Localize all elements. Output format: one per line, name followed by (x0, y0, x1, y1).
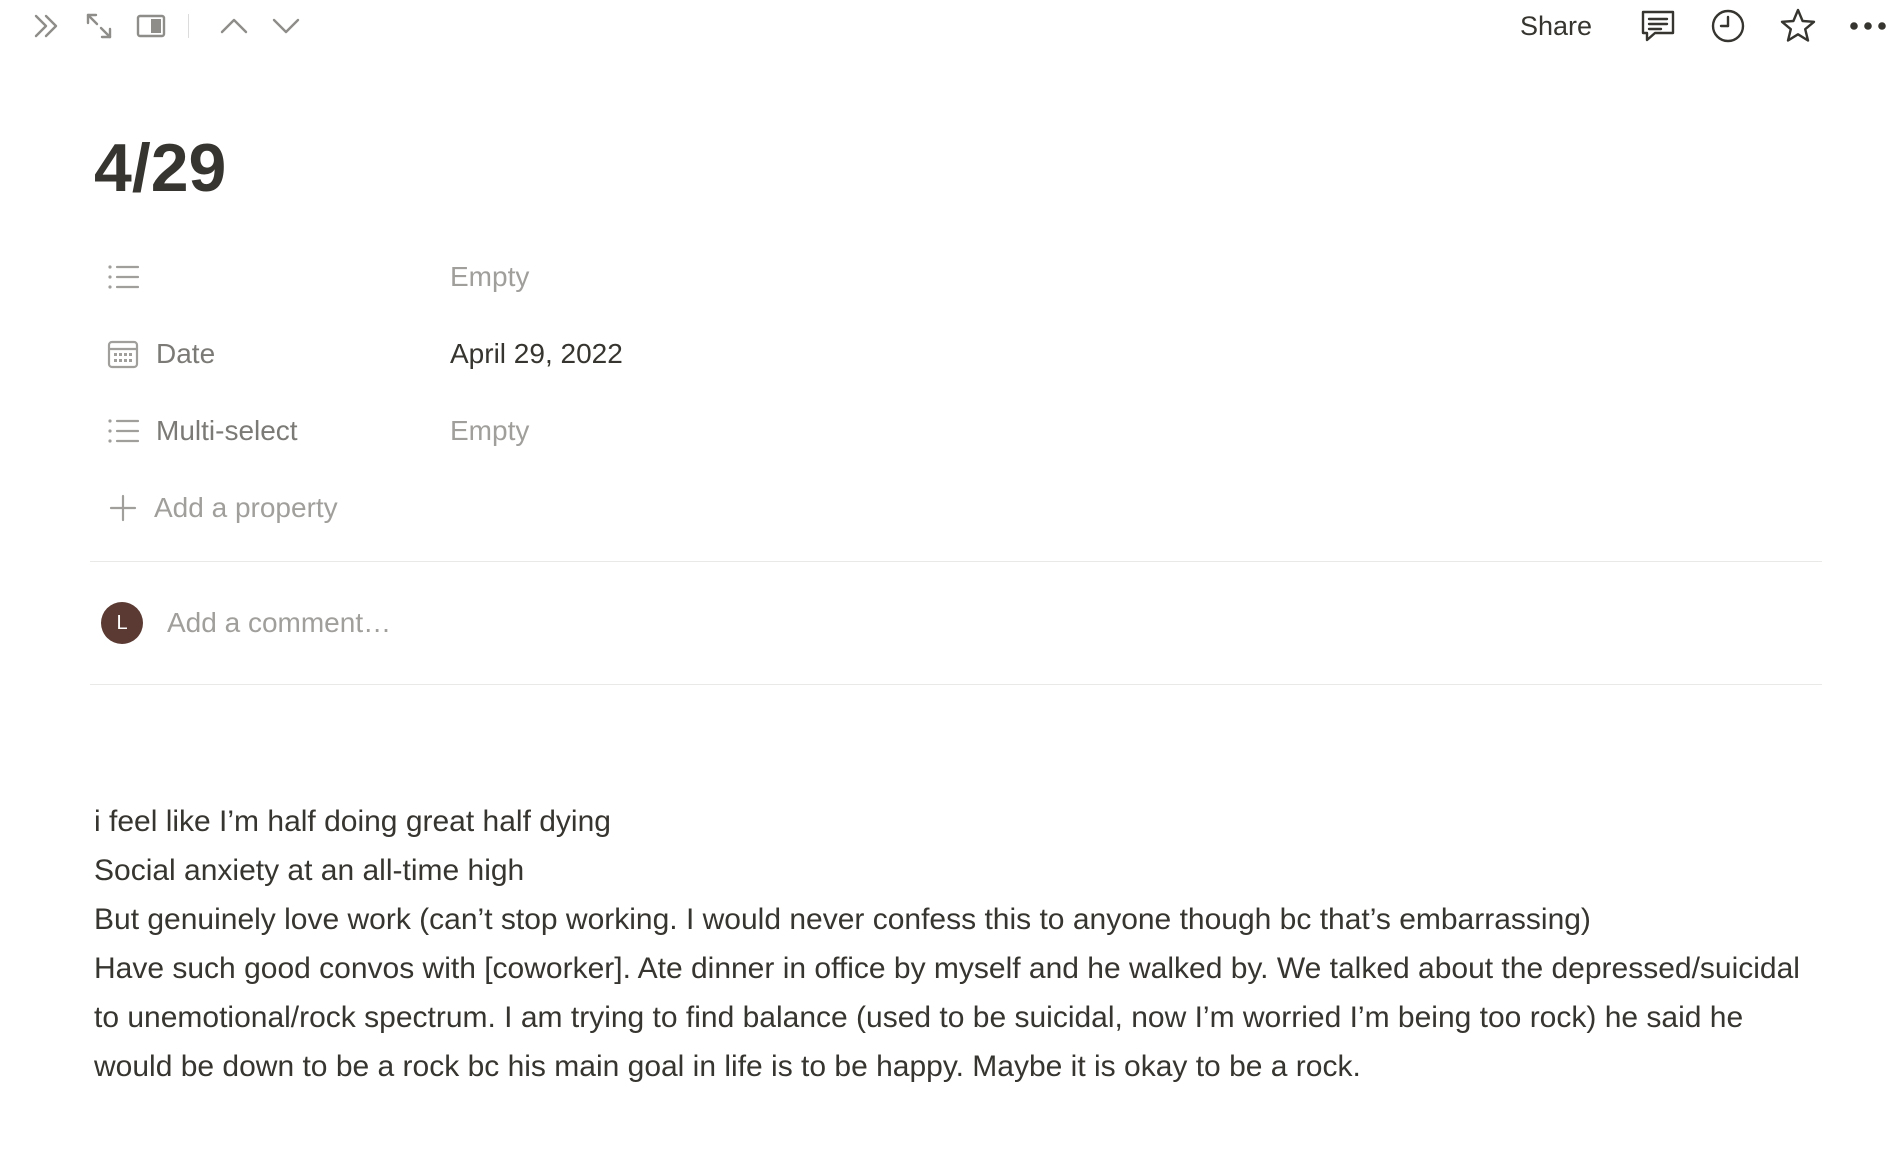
property-name[interactable]: Date (94, 326, 448, 382)
add-property-button[interactable]: Add a property (94, 469, 1820, 546)
add-property-label: Add a property (154, 491, 338, 523)
more-dots-icon[interactable] (1842, 6, 1894, 46)
plus-icon (106, 491, 140, 525)
body-paragraph[interactable]: Have such good convos with [coworker]. A… (94, 944, 1820, 1091)
property-name-label: Multi-select (156, 414, 298, 446)
calendar-icon (106, 337, 140, 371)
page: 4/29 Empty Date April 29, 2022 Multi-sel… (90, 120, 1822, 1091)
star-icon[interactable] (1772, 6, 1824, 46)
property-name[interactable] (94, 249, 448, 305)
body-paragraph[interactable]: Social anxiety at an all-time high (94, 846, 1820, 895)
divider (90, 684, 1822, 685)
property-value[interactable]: Empty (448, 403, 529, 459)
chevron-down-icon[interactable] (267, 8, 305, 44)
list-icon (106, 260, 140, 294)
property-row-unnamed: Empty (94, 238, 1820, 315)
list-icon (106, 414, 140, 448)
toolbar-divider (188, 14, 189, 38)
avatar: L (101, 602, 143, 644)
property-name[interactable]: Multi-select (94, 403, 448, 459)
body-paragraph[interactable]: i feel like I’m half doing great half dy… (94, 797, 1820, 846)
property-value[interactable]: April 29, 2022 (448, 326, 623, 382)
property-row-date: Date April 29, 2022 (94, 315, 1820, 392)
comment-row: L (94, 562, 1820, 684)
side-peek-icon[interactable] (132, 8, 170, 44)
property-row-multi-select: Multi-select Empty (94, 392, 1820, 469)
comment-icon[interactable] (1632, 6, 1684, 46)
property-name-label: Date (156, 337, 216, 369)
page-title[interactable]: 4/29 (94, 120, 1820, 216)
body-paragraph[interactable]: But genuinely love work (can’t stop work… (94, 895, 1820, 944)
expand-icon[interactable] (80, 8, 118, 44)
top-bar: Share (0, 0, 1902, 52)
share-button[interactable]: Share (1506, 6, 1606, 46)
top-bar-right: Share (1506, 6, 1894, 46)
page-body[interactable]: i feel like I’m half doing great half dy… (94, 797, 1820, 1091)
chevron-up-icon[interactable] (215, 8, 253, 44)
history-clock-icon[interactable] (1702, 6, 1754, 46)
top-bar-left (28, 8, 305, 44)
comment-input[interactable] (167, 607, 1667, 639)
property-value[interactable]: Empty (448, 249, 529, 305)
properties: Empty Date April 29, 2022 Multi-select E… (94, 238, 1820, 546)
double-chevron-right-icon[interactable] (28, 8, 66, 44)
